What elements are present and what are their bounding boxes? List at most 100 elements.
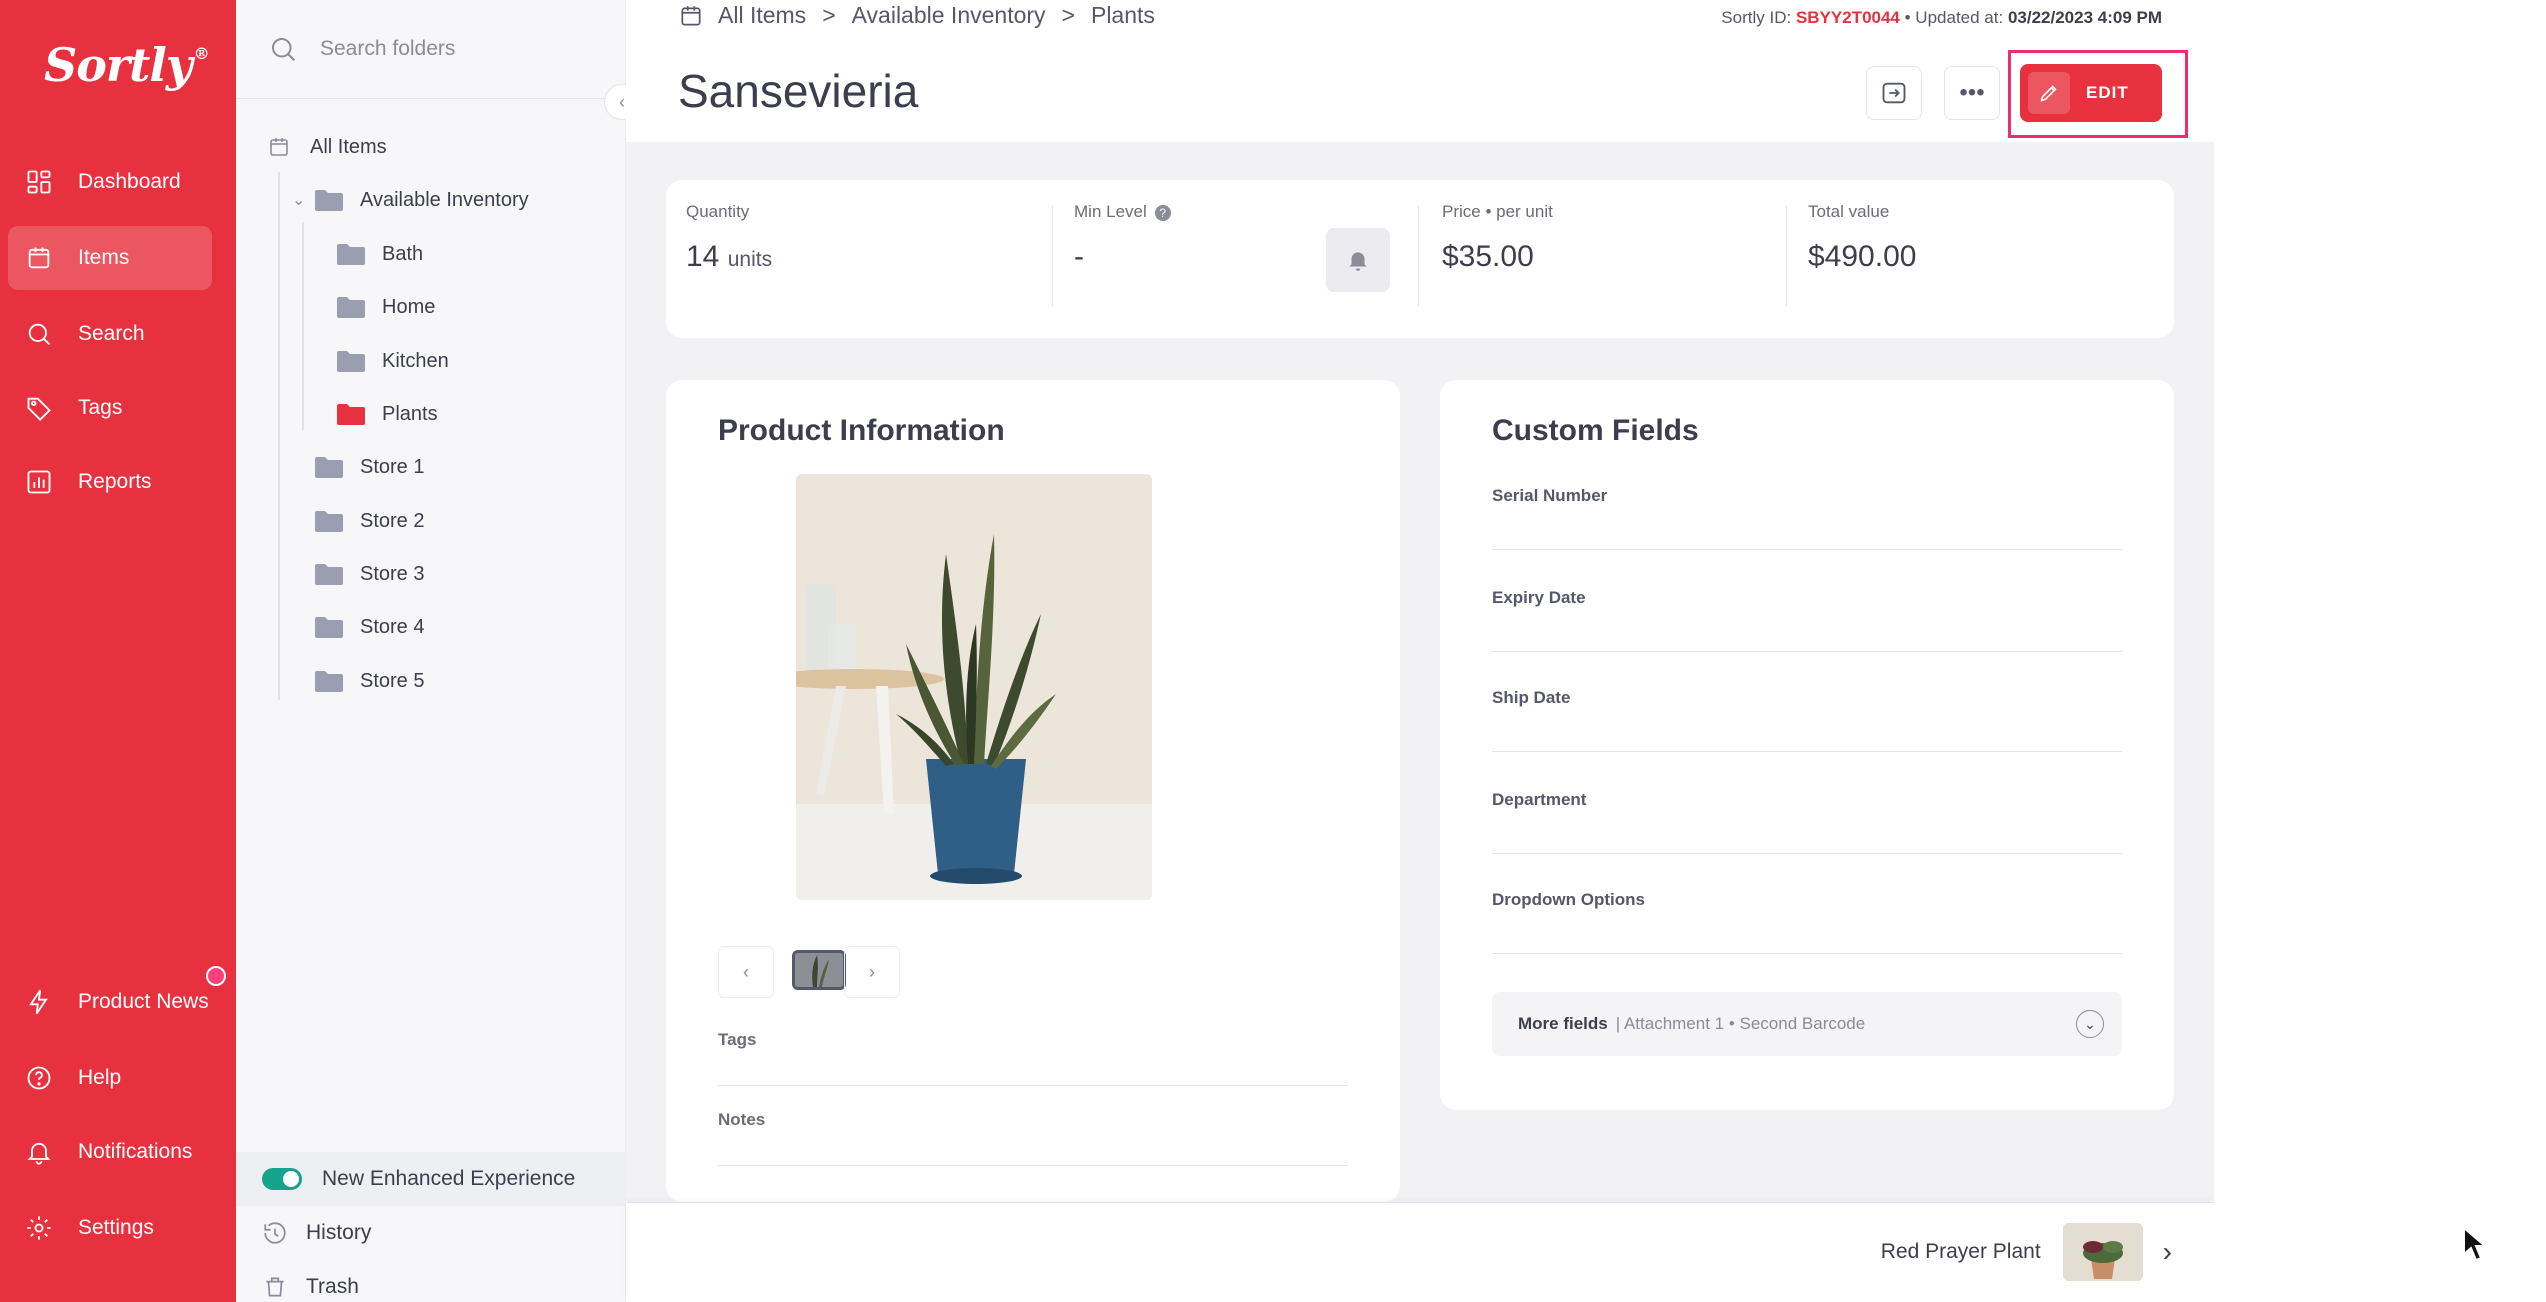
divider: [1052, 206, 1053, 306]
folder-icon: [337, 351, 365, 372]
tree-all-items-label: All Items: [310, 135, 387, 158]
breadcrumb-item[interactable]: Plants: [1091, 2, 1155, 29]
folder-search-input[interactable]: [320, 37, 600, 61]
tree-folder-store-4[interactable]: Store 4: [314, 607, 424, 647]
field-label: Serial Number: [1492, 486, 1608, 505]
tree-available-inventory[interactable]: Available Inventory: [314, 180, 529, 220]
more-fields-toggle[interactable]: More fields | Attachment 1 • Second Barc…: [1492, 992, 2122, 1056]
photo-thumbnail[interactable]: [792, 950, 846, 990]
folder-icon: [315, 617, 343, 638]
stat-min-level: Min Level? -: [1074, 202, 1171, 274]
folder-sidebar-footer: New Enhanced Experience History Trash: [236, 1152, 626, 1302]
bolt-icon: [24, 987, 54, 1017]
trash-icon: [266, 1277, 284, 1297]
min-level-alert-button[interactable]: [1326, 228, 1390, 292]
breadcrumb-item[interactable]: All Items: [718, 2, 806, 29]
help-icon: [24, 1063, 54, 1093]
folder-icon: [315, 671, 343, 692]
more-options-button[interactable]: •••: [1944, 66, 2000, 120]
sortly-id: SBYY2T0044: [1795, 8, 1900, 27]
tree-label: Bath: [382, 242, 424, 265]
nav-items[interactable]: Items: [8, 226, 212, 290]
pencil-icon: [2028, 72, 2070, 114]
breadcrumb-separator: >: [822, 2, 836, 28]
field-label: Tags: [718, 1030, 757, 1049]
item-meta: Sortly ID: SBYY2T0044 • Updated at: 03/2…: [1721, 8, 2162, 28]
nav-items-label: Items: [78, 246, 130, 269]
history-link[interactable]: History: [236, 1206, 626, 1260]
bell-icon: [24, 1137, 54, 1167]
updated-label: • Updated at:: [1904, 8, 2004, 27]
tree-label: Store 3: [360, 562, 425, 585]
nav-notifications[interactable]: Notifications: [8, 1120, 212, 1184]
tree-folder-bath[interactable]: Bath: [336, 234, 423, 274]
tree-label: Plants: [382, 402, 438, 425]
tree-label: Store 1: [360, 455, 425, 478]
folder-search: [236, 0, 626, 99]
background-area: [2214, 0, 2546, 1302]
tree-folder-store-5[interactable]: Store 5: [314, 661, 424, 701]
tree-label: Available Inventory: [360, 188, 529, 211]
notes-field[interactable]: Notes: [718, 1110, 1348, 1166]
field-label: Dropdown Options: [1492, 890, 1645, 909]
edit-button[interactable]: EDIT: [2020, 64, 2162, 122]
stat-label: Price • per unit: [1442, 202, 1553, 221]
nav-settings-label: Settings: [78, 1216, 154, 1239]
folder-icon: [315, 564, 343, 585]
nav-tags[interactable]: Tags: [8, 376, 212, 440]
items-icon: [270, 138, 288, 156]
move-item-button[interactable]: [1866, 66, 1922, 120]
help-icon[interactable]: ?: [1154, 204, 1171, 221]
tree-folder-store-2[interactable]: Store 2: [314, 501, 424, 541]
field-label: Expiry Date: [1492, 588, 1586, 607]
chevron-left-icon: ‹: [619, 91, 625, 112]
photo-prev-button[interactable]: ‹: [718, 946, 774, 998]
tags-field[interactable]: Tags: [718, 1030, 1348, 1086]
move-icon: [1882, 82, 1906, 104]
folder-icon: [337, 404, 365, 425]
divider: [1786, 206, 1787, 306]
product-photo[interactable]: [796, 474, 1152, 900]
custom-field-expiry-date[interactable]: Expiry Date: [1492, 588, 2122, 652]
search-icon: [272, 38, 295, 61]
tree-label: Store 4: [360, 615, 425, 638]
nav-search[interactable]: Search: [8, 302, 212, 366]
stats-card: Quantity 14 units Min Level? - Price • p…: [666, 180, 2174, 338]
tree-folder-kitchen[interactable]: Kitchen: [336, 341, 449, 381]
folder-icon: [337, 297, 365, 318]
stat-value: -: [1074, 240, 1084, 273]
search-icon: [24, 319, 54, 349]
nav-reports-label: Reports: [78, 470, 152, 493]
tree-all-items[interactable]: All Items: [266, 127, 387, 167]
tree-folder-home[interactable]: Home: [336, 287, 435, 327]
nav-settings[interactable]: Settings: [8, 1196, 212, 1260]
custom-field-department[interactable]: Department: [1492, 790, 2122, 854]
breadcrumb-item[interactable]: Available Inventory: [852, 2, 1046, 29]
next-item-link[interactable]: Red Prayer Plant ›: [1881, 1223, 2172, 1281]
nav-help-label: Help: [78, 1066, 122, 1089]
tree-folder-plants[interactable]: Plants: [336, 394, 438, 434]
divider: [1418, 206, 1419, 306]
nav-tags-label: Tags: [78, 396, 123, 419]
nav-search-label: Search: [78, 322, 145, 345]
nav-help[interactable]: Help: [8, 1046, 212, 1110]
folder-sidebar: All Items ⌄ Available Inventory Bath Hom…: [236, 0, 626, 1302]
chevron-left-icon: ‹: [743, 961, 749, 982]
chevron-down-icon[interactable]: ⌄: [292, 190, 305, 210]
custom-field-ship-date[interactable]: Ship Date: [1492, 688, 2122, 752]
tree-folder-store-3[interactable]: Store 3: [314, 554, 424, 594]
nav-product-news[interactable]: Product News: [8, 970, 212, 1034]
updated-at: 03/22/2023 4:09 PM: [2007, 8, 2162, 27]
custom-field-serial-number[interactable]: Serial Number: [1492, 486, 2122, 550]
photo-next-button[interactable]: ›: [844, 946, 900, 998]
trash-link[interactable]: Trash: [236, 1260, 626, 1302]
custom-field-dropdown-options[interactable]: Dropdown Options: [1492, 890, 2122, 954]
bell-icon: [1349, 252, 1367, 271]
news-notification-dot: [206, 966, 226, 986]
nav-reports[interactable]: Reports: [8, 450, 212, 514]
main-nav: Sortly ® Dashboard Items Search Tags Repo…: [0, 0, 236, 1302]
sortly-logo[interactable]: Sortly ®: [44, 38, 210, 92]
tree-folder-store-1[interactable]: Store 1: [314, 447, 424, 487]
nav-dashboard[interactable]: Dashboard: [8, 150, 212, 214]
enhanced-experience-toggle[interactable]: [262, 1168, 302, 1190]
